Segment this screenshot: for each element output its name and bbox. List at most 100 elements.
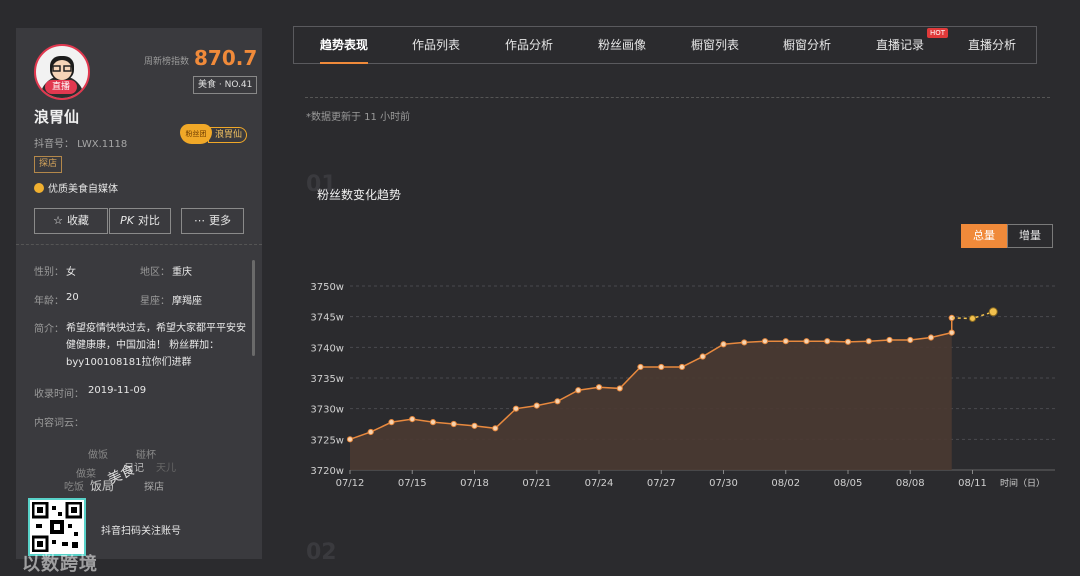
data-point (492, 425, 499, 432)
x-tick-label: 07/12 (336, 478, 365, 489)
data-point (637, 363, 644, 371)
age-value: 20 (66, 292, 79, 303)
pk-icon: PK (120, 214, 134, 227)
bio-text: 希望疫情快快过去，希望大家都平平安安健健康康，中国加油！ 粉丝群加：byy100… (66, 323, 246, 368)
zodiac-label: 星座： (140, 296, 170, 307)
data-point (409, 415, 416, 423)
wordcloud-word: 做饭 (88, 450, 108, 461)
x-tick-label: 07/27 (647, 478, 676, 489)
data-point (512, 405, 520, 412)
data-point (616, 385, 623, 392)
live-badge: 直播 (45, 80, 77, 94)
data-point (720, 341, 727, 348)
qr-code (28, 498, 86, 556)
data-point (803, 338, 810, 345)
data-point (782, 338, 789, 345)
y-tick-label: 3730w (310, 405, 344, 416)
compare-button[interactable]: PK 对比 (109, 208, 171, 234)
verified-line: 优质美食自媒体 (34, 180, 118, 195)
tab-bar: 趋势表现 作品列表 作品分析 粉丝画像 橱窗列表 橱窗分析 直播记录 直播分析 (293, 26, 1037, 64)
data-point (554, 398, 561, 405)
age-label: 年龄： (34, 296, 64, 307)
hot-badge: HOT (927, 28, 949, 38)
update-note: *数据更新于 11 小时前 (306, 112, 411, 123)
data-point (824, 338, 831, 345)
collected-value: 2019-11-09 (88, 385, 147, 396)
tab-fans-profile[interactable]: 粉丝画像 (598, 27, 646, 63)
data-point (450, 420, 457, 428)
collect-button[interactable]: ☆ 收藏 (34, 208, 108, 234)
gender-label: 性别： (34, 267, 64, 278)
wordcloud-word: 吃饭 (64, 482, 84, 493)
tab-works-analysis[interactable]: 作品分析 (505, 27, 553, 63)
tab-showcase[interactable]: 橱窗列表 (691, 27, 739, 63)
divider (305, 97, 1050, 98)
ellipsis-icon: ⋯ (194, 214, 205, 227)
section-number-next: 02 (306, 540, 337, 565)
gender-value: 女 (66, 267, 76, 278)
more-label: 更多 (209, 214, 231, 227)
data-point (533, 402, 540, 409)
x-tick-label: 07/24 (585, 478, 614, 489)
x-tick-label: 08/02 (771, 478, 800, 489)
profile-panel: 直播 周新榜指数 870.7 美食 · NO.41 浪胃仙 抖音号： LWX.1… (16, 28, 262, 575)
collected-label: 收录时间： (34, 389, 84, 400)
data-point (865, 338, 872, 345)
y-tick-label: 3740w (310, 343, 344, 354)
data-point (471, 422, 478, 429)
douyin-id: 抖音号： LWX.1118 (34, 139, 128, 150)
data-point (595, 384, 603, 391)
tab-live-analysis[interactable]: 直播分析 (968, 27, 1016, 63)
fan-club-name: 浪胃仙 (208, 127, 248, 143)
data-point (429, 419, 437, 426)
tab-showcase-analysis[interactable]: 橱窗分析 (783, 27, 831, 63)
tab-live-records[interactable]: 直播记录 (876, 27, 924, 63)
data-point (927, 334, 935, 341)
tab-works[interactable]: 作品列表 (412, 27, 460, 63)
y-tick-label: 3720w (310, 466, 344, 477)
x-tick-label: 07/30 (709, 478, 738, 489)
y-tick-label: 3745w (310, 313, 344, 324)
data-point (948, 329, 955, 336)
total-toggle[interactable]: 总量 (961, 224, 1007, 248)
data-point (346, 436, 354, 443)
forecast-point (988, 307, 998, 317)
data-point (678, 363, 686, 371)
x-axis-label: 时间（日） (1000, 477, 1045, 489)
data-point (741, 339, 748, 346)
qr-caption: 抖音扫码关注账号 (101, 526, 181, 537)
data-point (844, 338, 852, 345)
data-point (699, 353, 706, 360)
y-tick-label: 3725w (310, 435, 344, 446)
nickname: 浪胃仙 (34, 108, 80, 126)
wordcloud-word: 探店 (144, 482, 164, 493)
category-tag: 探店 (34, 156, 63, 173)
scrollbar[interactable] (252, 260, 255, 356)
y-tick-label: 3750w (310, 282, 344, 293)
star-icon: ☆ (53, 214, 63, 227)
region-value: 重庆 (172, 267, 192, 278)
region-label: 地区： (140, 267, 170, 278)
section-title: 粉丝数变化趋势 (317, 188, 402, 202)
fans-trend-chart: 3720w 3725w 3730w 3735w 3740w 3745w 3750w 07/12… (310, 282, 1055, 489)
verified-icon (34, 183, 44, 193)
data-point (658, 363, 665, 371)
data-point (907, 336, 914, 344)
fan-club-badge[interactable]: 粉丝团 浪胃仙 (178, 124, 252, 146)
data-point (388, 419, 395, 426)
wordcloud-word: 天儿 (156, 463, 176, 474)
tab-trend[interactable]: 趋势表现 (320, 27, 369, 64)
collect-label: 收藏 (66, 214, 89, 227)
rank-score: 870.7 (194, 46, 258, 70)
wordcloud-label: 内容词云： (34, 418, 84, 429)
x-tick-label: 08/05 (834, 478, 863, 489)
data-point (575, 387, 582, 394)
increment-toggle[interactable]: 增量 (1007, 224, 1053, 248)
x-tick-label: 08/08 (896, 478, 925, 489)
bio-label: 简介： (34, 324, 64, 335)
data-point (761, 338, 769, 345)
rank-category: 美食 · NO.41 (193, 76, 258, 94)
divider (16, 244, 262, 245)
more-button[interactable]: ⋯ 更多 (181, 208, 244, 234)
x-tick-label: 07/15 (398, 478, 427, 489)
